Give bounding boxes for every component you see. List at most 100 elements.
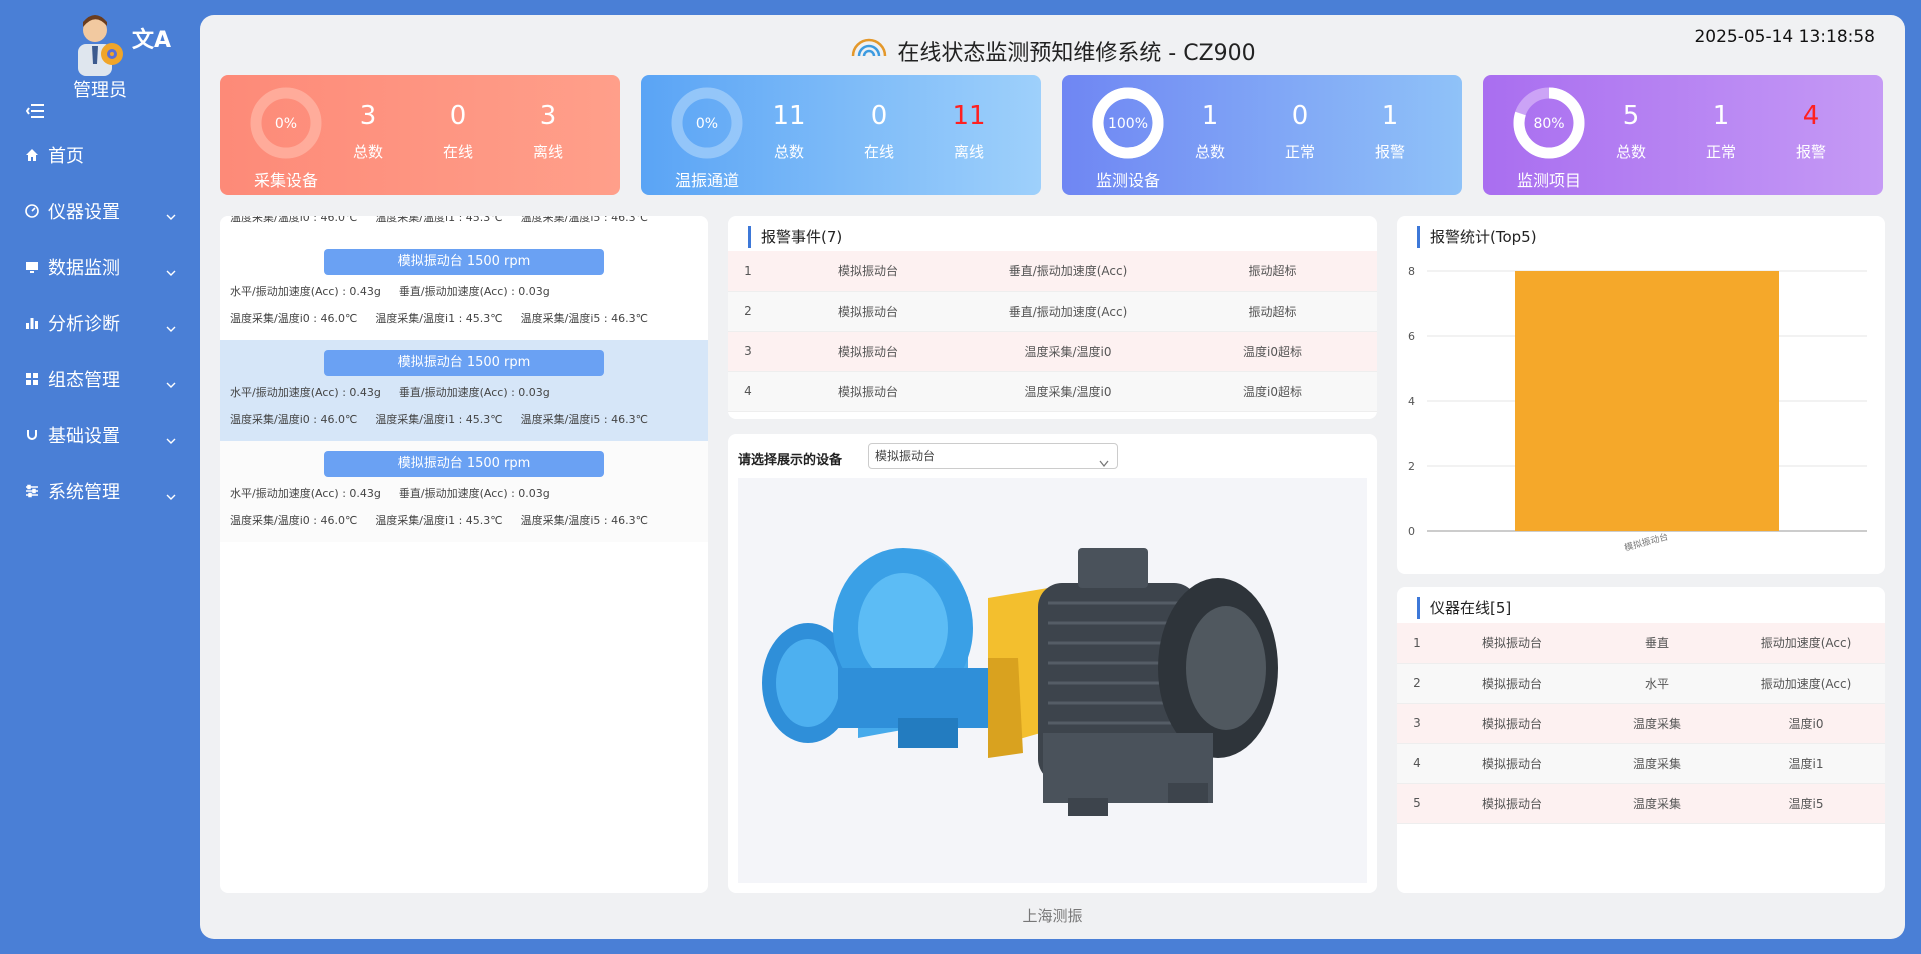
alarm-events-panel: 报警事件(7) 1 模拟振动台 垂直/振动加速度(Acc) 振动超标 2 模拟振动台 垂直/… bbox=[728, 216, 1377, 419]
nav-basic-settings[interactable]: 基础设置 bbox=[0, 415, 200, 455]
device-card[interactable]: 模拟振动台 1500 rpm水平/振动加速度(Acc) : 0.43g垂直/振动… bbox=[220, 340, 708, 441]
card-stat: 3 离线 bbox=[508, 101, 588, 162]
table-row[interactable]: 5 模拟振动台 温度采集 温度i5 bbox=[1397, 783, 1885, 824]
stat-label: 正常 bbox=[1705, 143, 1736, 161]
progress-ring: 80% bbox=[1511, 85, 1587, 161]
card-stat: 1 总数 bbox=[1170, 101, 1250, 162]
stat-label: 离线 bbox=[953, 143, 984, 161]
device-select[interactable]: 模拟振动台 bbox=[868, 443, 1118, 469]
y-tick-label: 0 bbox=[1408, 525, 1415, 538]
device-card[interactable]: 模拟振动台 1500 rpm 水平/振动加速度(Acc) : 0.43g垂直/振动… bbox=[220, 441, 708, 542]
table-cell: 垂直/振动加速度(Acc) bbox=[968, 291, 1168, 332]
table-row[interactable]: 2 模拟振动台 垂直/振动加速度(Acc) 振动超标 bbox=[728, 291, 1377, 332]
main-content: 在线状态监测预知维修系统 - CZ900 2025-05-14 13:18:58… bbox=[200, 15, 1905, 939]
card-stat: 0 正常 bbox=[1260, 101, 1340, 162]
table-cell: 垂直 bbox=[1587, 623, 1727, 664]
card-stat: 0 在线 bbox=[839, 101, 919, 162]
nav-data-monitoring[interactable]: 数据监测 bbox=[0, 247, 200, 287]
progress-ring: 0% bbox=[669, 85, 745, 161]
card-stat: 5 总数 bbox=[1591, 101, 1671, 162]
stat-label: 离线 bbox=[532, 143, 563, 161]
table-row[interactable]: 1 模拟振动台 垂直 振动加速度(Acc) bbox=[1397, 623, 1885, 664]
table-cell: 1 bbox=[1397, 623, 1437, 664]
table-cell: 温度i0超标 bbox=[1168, 331, 1377, 372]
table-row[interactable]: 4 模拟振动台 温度采集/温度i0 温度i0超标 bbox=[728, 371, 1377, 412]
chevron-down-icon bbox=[1099, 452, 1109, 468]
device-line-2: 温度采集/温度i0 : 46.0℃ 温度采集/温度i1 : 45.3℃ 温度采集/温… bbox=[230, 216, 666, 225]
alarm-events-table: 1 模拟振动台 垂直/振动加速度(Acc) 振动超标 2 模拟振动台 垂直/振动加速度(Ac… bbox=[728, 251, 1377, 412]
stat-value: 3 bbox=[539, 101, 557, 131]
table-cell: 垂直/振动加速度(Acc) bbox=[968, 251, 1168, 292]
stat-label: 总数 bbox=[773, 143, 804, 161]
card-stat: 11 总数 bbox=[749, 101, 829, 162]
nav-instrument-settings[interactable]: 仪器设置 bbox=[0, 191, 200, 231]
device-card[interactable]: 模拟振动台 1500 rpm水平/振动加速度(Acc) : 0.43g垂直/振动… bbox=[220, 216, 708, 239]
device-title[interactable]: 模拟振动台 1500 rpm bbox=[324, 451, 604, 477]
device-reading: 温度采集/温度i5 : 46.3℃ bbox=[520, 312, 648, 325]
device-line-2: 温度采集/温度i0 : 46.0℃ 温度采集/温度i1 : 45.3℃ 温度采集/温… bbox=[230, 310, 666, 326]
device-reading: 水平/振动加速度(Acc) : 0.43g bbox=[230, 487, 381, 500]
card-stat: 1 正常 bbox=[1681, 101, 1761, 162]
table-cell: 2 bbox=[1397, 663, 1437, 704]
device-title[interactable]: 模拟振动台 1500 rpm bbox=[324, 249, 604, 275]
table-cell: 振动超标 bbox=[1168, 291, 1377, 332]
device-reading: 温度采集/温度i5 : 46.3℃ bbox=[520, 216, 648, 224]
stat-label: 总数 bbox=[352, 143, 383, 161]
table-cell: 模拟振动台 bbox=[1437, 743, 1587, 784]
stat-label: 报警 bbox=[1795, 143, 1826, 161]
nav-label: 系统管理 bbox=[48, 482, 120, 503]
table-cell: 振动加速度(Acc) bbox=[1727, 623, 1885, 664]
table-cell: 4 bbox=[1397, 743, 1437, 784]
stat-value: 0 bbox=[1291, 101, 1309, 131]
alarm-events-title: 报警事件(7) bbox=[748, 226, 842, 248]
table-cell: 模拟振动台 bbox=[1437, 623, 1587, 664]
nav-analysis-diagnosis[interactable]: 分析诊断 bbox=[0, 303, 200, 343]
table-cell: 温度采集 bbox=[1587, 743, 1727, 784]
device-list[interactable]: 模拟振动台 1500 rpm 水平/振动加速度(Acc) : 0.43g 垂直/振动… bbox=[220, 216, 708, 542]
nav-home[interactable]: 首页 bbox=[0, 135, 200, 175]
card-label: 监测项目 bbox=[1516, 171, 1581, 190]
ring-percent: 80% bbox=[1533, 116, 1564, 132]
stat-value: 11 bbox=[772, 101, 806, 131]
nav-label: 基础设置 bbox=[48, 426, 120, 447]
device-card[interactable]: 模拟振动台 1500 rpm 水平/振动加速度(Acc) : 0.43g垂直/振动… bbox=[220, 239, 708, 340]
card-stat: 11 离线 bbox=[929, 101, 1009, 162]
stat-value: 5 bbox=[1622, 101, 1640, 131]
table-row[interactable]: 4 模拟振动台 温度采集 温度i1 bbox=[1397, 743, 1885, 784]
table-row[interactable]: 3 模拟振动台 温度采集/温度i0 温度i0超标 bbox=[728, 331, 1377, 372]
device-line-1: 水平/振动加速度(Acc) : 0.43g 垂直/振动加速度(Acc) : 0.0… bbox=[230, 485, 568, 501]
table-row[interactable]: 1 模拟振动台 垂直/振动加速度(Acc) 振动超标 bbox=[728, 251, 1377, 292]
table-row[interactable]: 2 模拟振动台 水平 振动加速度(Acc) bbox=[1397, 663, 1885, 704]
device-line-1: 水平/振动加速度(Acc) : 0.43g 垂直/振动加速度(Acc) : 0.0… bbox=[230, 283, 568, 299]
ring-percent: 0% bbox=[275, 116, 297, 132]
table-cell: 模拟振动台 bbox=[768, 331, 968, 372]
translate-icon[interactable]: 文A bbox=[132, 22, 171, 54]
stat-label: 正常 bbox=[1284, 143, 1315, 161]
nav-system-management[interactable]: 系统管理 bbox=[0, 471, 200, 511]
ring-percent: 0% bbox=[696, 116, 718, 132]
table-cell: 振动超标 bbox=[1168, 251, 1377, 292]
stat-value: 1 bbox=[1712, 101, 1730, 131]
admin-avatar-icon[interactable] bbox=[64, 12, 134, 76]
device-view-panel: 请选择展示的设备 模拟振动台 bbox=[728, 434, 1377, 893]
table-row[interactable]: 3 模拟振动台 温度采集 温度i0 bbox=[1397, 703, 1885, 744]
table-cell: 温度i0超标 bbox=[1168, 371, 1377, 412]
device-reading: 垂直/振动加速度(Acc) : 0.03g bbox=[398, 386, 550, 399]
device-title[interactable]: 模拟振动台 1500 rpm bbox=[324, 350, 604, 376]
summary-card-channels: 0% 温振通道 11 总数 0 在线 11 离线 bbox=[641, 75, 1041, 195]
sliders-icon bbox=[24, 483, 40, 499]
card-stat: 1 报警 bbox=[1350, 101, 1430, 162]
table-cell: 水平 bbox=[1587, 663, 1727, 704]
card-label: 监测设备 bbox=[1095, 171, 1160, 190]
chevron-down-icon bbox=[166, 318, 176, 332]
table-cell: 温度i5 bbox=[1727, 783, 1885, 824]
sidebar: 文A 管理员 首页 仪器设置 数据监测 分析诊断 组态管理 基础设置 系统管理 bbox=[0, 0, 200, 954]
card-stat: 4 报警 bbox=[1771, 101, 1851, 162]
menu-toggle-icon[interactable] bbox=[25, 102, 46, 120]
card-stat: 3 总数 bbox=[328, 101, 408, 162]
alarm-stats-chart: 0 2 4 6 8 模拟振动台 bbox=[1408, 265, 1867, 554]
stat-label: 总数 bbox=[1194, 143, 1225, 161]
magnet-icon bbox=[24, 427, 40, 443]
nav-configuration[interactable]: 组态管理 bbox=[0, 359, 200, 399]
table-cell: 模拟振动台 bbox=[1437, 783, 1587, 824]
